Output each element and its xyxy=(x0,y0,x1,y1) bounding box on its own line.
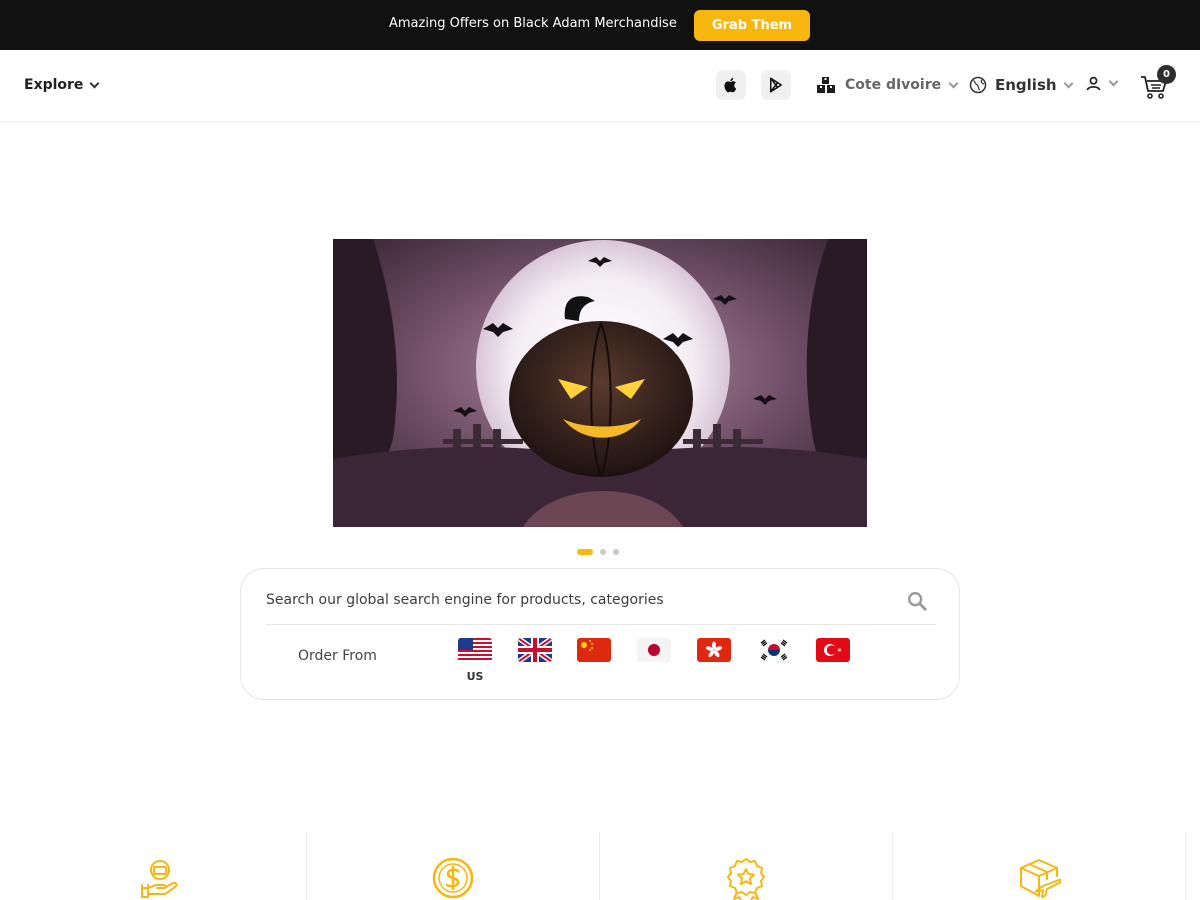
apple-icon xyxy=(724,77,737,93)
halloween-pumpkin-image xyxy=(333,239,867,527)
carousel-dot-3[interactable] xyxy=(613,549,619,555)
search-input[interactable] xyxy=(266,577,906,623)
flag-hk-button[interactable] xyxy=(697,638,731,662)
chevron-down-icon xyxy=(89,78,100,88)
divider xyxy=(266,624,936,625)
dollar-coin-icon xyxy=(432,857,474,899)
quality-badge-icon xyxy=(727,858,765,900)
site-header: Explore Cote dIvoire English xyxy=(0,50,1200,122)
cart-count-badge: 0 xyxy=(1157,65,1176,84)
hero-banner[interactable] xyxy=(333,239,867,527)
flag-jp-button[interactable] xyxy=(637,638,671,662)
carousel-indicators xyxy=(577,549,619,555)
feature-cash-on-delivery xyxy=(14,832,307,900)
feature-quality xyxy=(600,832,893,900)
google-play-button[interactable] xyxy=(761,70,791,100)
explore-label: Explore xyxy=(24,77,84,93)
user-icon xyxy=(1086,76,1101,91)
chevron-down-icon xyxy=(948,78,959,88)
google-play-icon xyxy=(770,77,782,93)
shipping-box-plane-icon xyxy=(1020,859,1061,898)
language-label: English xyxy=(995,76,1057,94)
app-store-button[interactable] xyxy=(716,70,746,100)
country-label: Cote dIvoire xyxy=(845,77,942,93)
promo-text: Amazing Offers on Black Adam Merchandise xyxy=(389,16,677,31)
selected-country-label: US xyxy=(466,670,484,683)
flag-us-button[interactable] xyxy=(458,638,492,662)
cash-hand-icon xyxy=(141,860,178,898)
country-selector[interactable]: Cote dIvoire xyxy=(816,76,959,94)
language-selector[interactable]: English xyxy=(969,76,1074,94)
global-search-panel: Order From US xyxy=(240,568,960,700)
flag-kr-button[interactable] xyxy=(757,638,791,662)
grab-them-button[interactable]: Grab Them xyxy=(694,10,810,41)
flag-tr-button[interactable] xyxy=(816,638,850,662)
flag-cn-button[interactable] xyxy=(577,638,611,662)
feature-strip xyxy=(14,832,1186,900)
warehouse-icon xyxy=(817,77,835,93)
explore-menu[interactable]: Explore xyxy=(24,77,100,93)
carousel-dot-2[interactable] xyxy=(600,549,606,555)
globe-icon xyxy=(969,76,987,94)
chevron-down-icon xyxy=(1108,76,1119,87)
order-from-label: Order From xyxy=(298,648,377,664)
account-menu[interactable] xyxy=(1086,76,1119,91)
chevron-down-icon xyxy=(1063,78,1074,88)
feature-shipping xyxy=(893,832,1186,900)
feature-best-price xyxy=(307,832,600,900)
search-icon[interactable] xyxy=(906,590,928,612)
flag-uk-button[interactable] xyxy=(518,638,552,662)
promo-bar: Amazing Offers on Black Adam Merchandise… xyxy=(0,0,1200,50)
carousel-dot-1[interactable] xyxy=(577,549,593,555)
